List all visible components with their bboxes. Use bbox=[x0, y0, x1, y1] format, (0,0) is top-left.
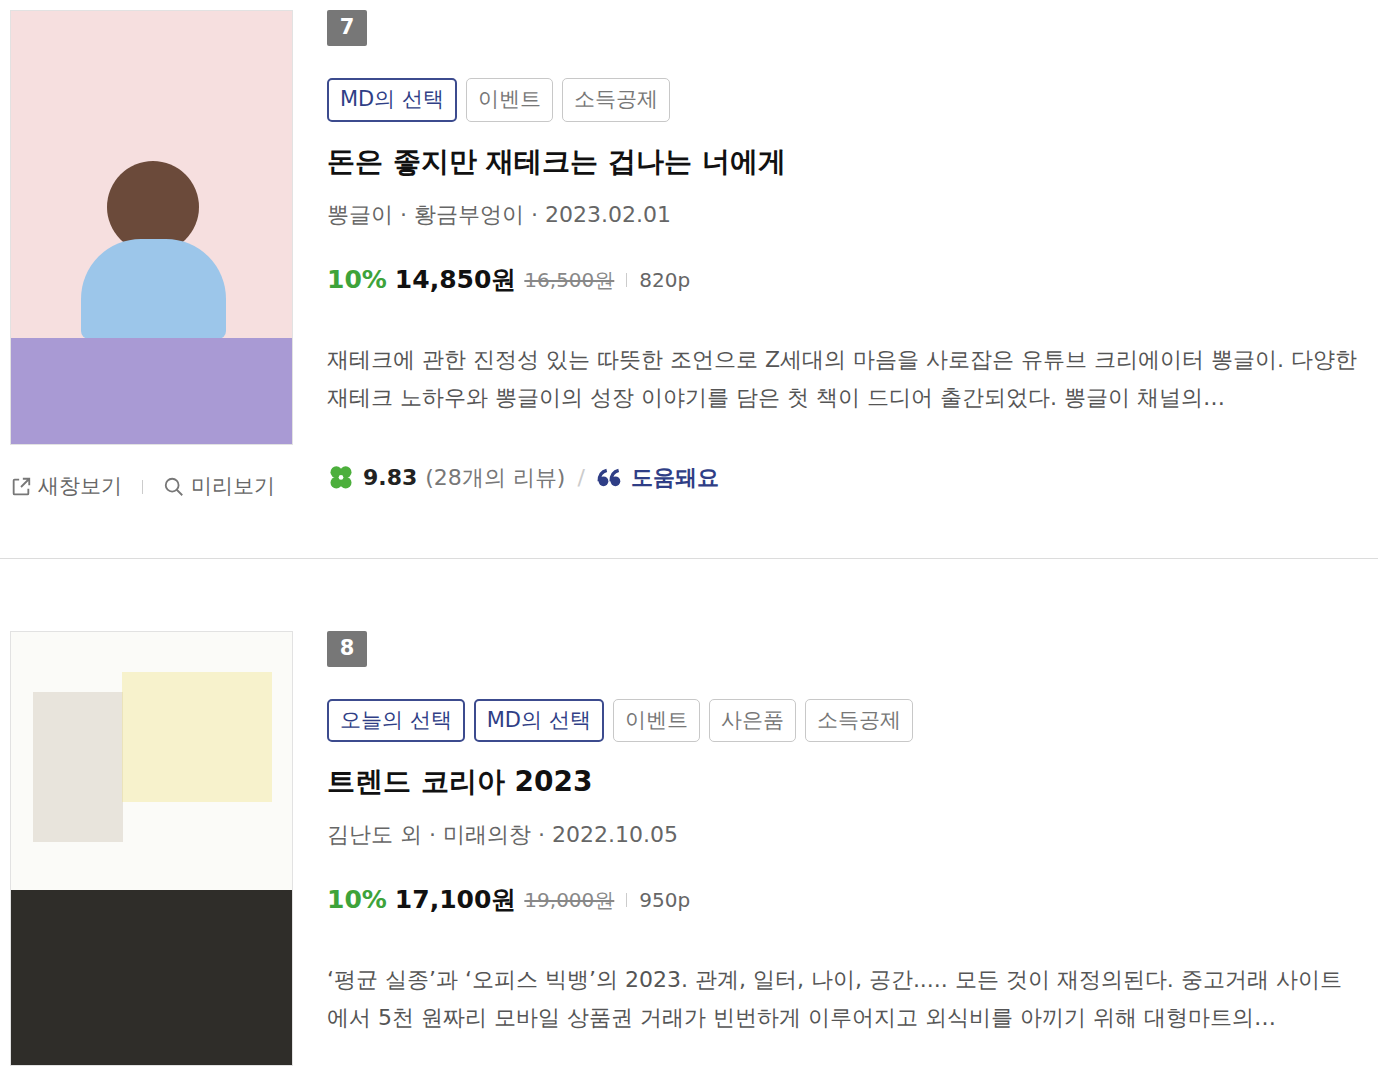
price-line: 10%14,850원16,500원 820p bbox=[327, 263, 1358, 297]
tag-list: MD의 선택이벤트소득공제 bbox=[327, 78, 1358, 122]
new-window-link[interactable]: 새창보기 bbox=[10, 471, 122, 503]
cover-actions: 새창보기 미리보기 bbox=[10, 471, 293, 503]
sale-price: 17,100원 bbox=[395, 883, 516, 917]
original-price: 16,500원 bbox=[524, 263, 614, 297]
helpful-label: 도움돼요 bbox=[631, 461, 719, 495]
action-label: 미리보기 bbox=[191, 471, 275, 503]
discount: 10% bbox=[327, 263, 387, 297]
rank-badge: 8 bbox=[327, 631, 367, 667]
discount: 10% bbox=[327, 883, 387, 917]
tag[interactable]: 소득공제 bbox=[805, 699, 913, 743]
book-description: ‘평균 실종’과 ‘오피스 빅뱅’의 2023. 관계, 일터, 나이, 공간.… bbox=[327, 961, 1358, 1037]
tag[interactable]: 소득공제 bbox=[562, 78, 670, 122]
clover-icon bbox=[327, 464, 355, 492]
separator bbox=[142, 480, 143, 494]
cover-band bbox=[11, 338, 292, 444]
price-line: 10%17,100원19,000원 950p bbox=[327, 883, 1358, 917]
review-count[interactable]: (28개의 리뷰) bbox=[425, 461, 565, 495]
book-media bbox=[10, 631, 293, 1066]
action-label: 새창보기 bbox=[38, 471, 122, 503]
book-title[interactable]: 돈은 좋지만 재테크는 겁나는 너에게 bbox=[327, 142, 1358, 182]
search-icon bbox=[163, 476, 185, 498]
tag[interactable]: MD의 선택 bbox=[474, 699, 604, 743]
book-description: 재테크에 관한 진정성 있는 따뜻한 조언으로 Z세대의 마음을 사로잡은 유튜… bbox=[327, 341, 1358, 417]
rating-line: 9.83(28개의 리뷰) / 도움돼요 bbox=[327, 461, 1358, 495]
book-cover[interactable] bbox=[10, 10, 293, 445]
cover-art bbox=[81, 239, 226, 339]
tag[interactable]: 이벤트 bbox=[466, 78, 553, 122]
book-cover[interactable] bbox=[10, 631, 293, 1066]
cover-art bbox=[122, 672, 272, 802]
cover-band bbox=[11, 890, 292, 1065]
original-price: 19,000원 bbox=[524, 883, 614, 917]
tag[interactable]: MD의 선택 bbox=[327, 78, 457, 122]
book-meta: 뽕글이 · 황금부엉이 · 2023.02.01 bbox=[327, 199, 1358, 231]
book-item: 새창보기 미리보기 7 MD의 선택이벤트소득공제돈은 좋지만 재테크는 겁나는 너에… bbox=[0, 0, 1378, 558]
page-count: 950p bbox=[639, 883, 690, 917]
separator bbox=[626, 893, 627, 907]
book-title[interactable]: 트렌드 코리아 2023 bbox=[327, 762, 1358, 802]
book-info: 8 오늘의 선택MD의 선택이벤트사은품소득공제트렌드 코리아 2023 김난도 외… bbox=[327, 631, 1358, 1066]
tag-list: 오늘의 선택MD의 선택이벤트사은품소득공제 bbox=[327, 699, 1358, 743]
tag[interactable]: 오늘의 선택 bbox=[327, 699, 465, 743]
quote-icon bbox=[597, 465, 623, 491]
tag[interactable]: 이벤트 bbox=[613, 699, 700, 743]
separator bbox=[626, 273, 627, 287]
page-count: 820p bbox=[639, 263, 690, 297]
book-meta: 김난도 외 · 미래의창 · 2022.10.05 bbox=[327, 819, 1358, 851]
book-info: 7 MD의 선택이벤트소득공제돈은 좋지만 재테크는 겁나는 너에게뽕글이 · 황… bbox=[327, 10, 1358, 503]
separator: / bbox=[577, 461, 584, 495]
book-item: 8 오늘의 선택MD의 선택이벤트사은품소득공제트렌드 코리아 2023 김난도 외… bbox=[0, 558, 1378, 1066]
cover-art bbox=[33, 692, 123, 842]
tag[interactable]: 사은품 bbox=[709, 699, 796, 743]
preview-link[interactable]: 미리보기 bbox=[163, 471, 275, 503]
rating-score: 9.83 bbox=[363, 461, 417, 495]
book-media: 새창보기 미리보기 bbox=[10, 10, 293, 503]
external-link-icon bbox=[10, 476, 32, 498]
rank-badge: 7 bbox=[327, 10, 367, 46]
helpful-link[interactable]: 도움돼요 bbox=[597, 461, 719, 495]
sale-price: 14,850원 bbox=[395, 263, 516, 297]
